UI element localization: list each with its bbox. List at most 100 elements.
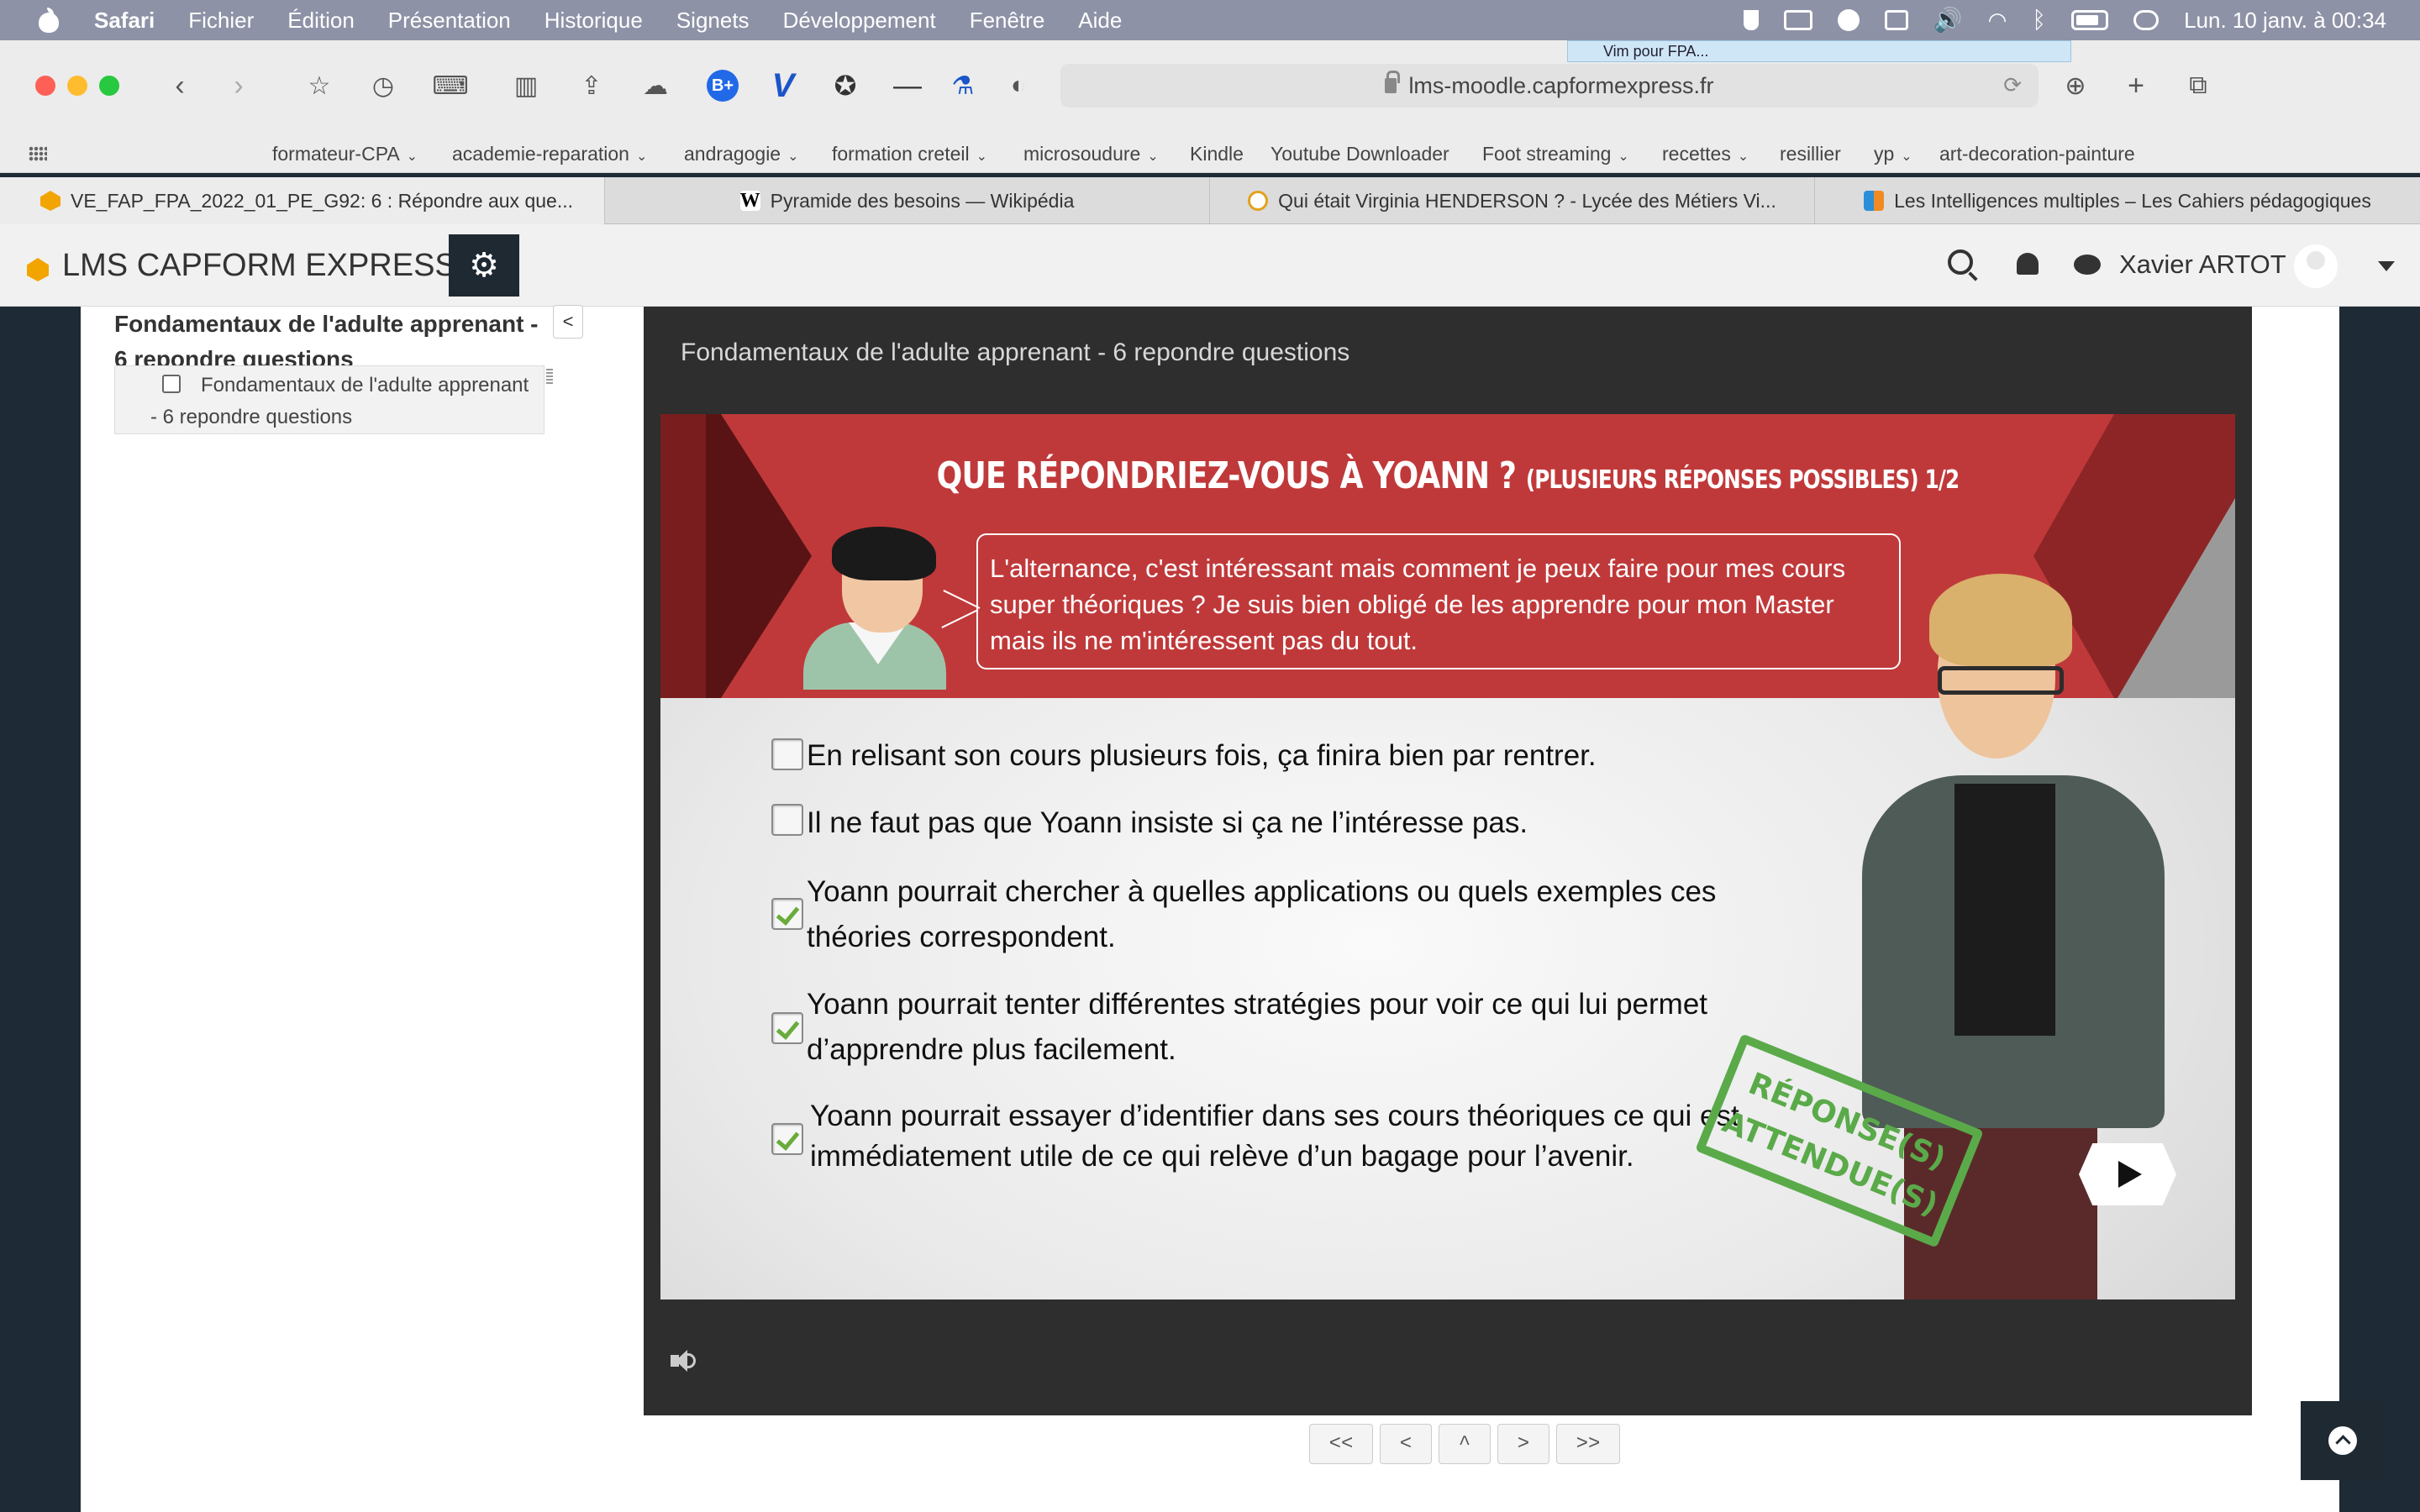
answer-checkbox-checked[interactable] [771,1123,803,1155]
reading-list-icon[interactable]: ⌨ [432,67,469,104]
site-logo-icon[interactable] [27,258,49,281]
tab-lycee[interactable]: Qui était Virginia HENDERSON ? - Lycée d… [1210,177,1815,224]
extension-status-icon[interactable] [1837,9,1860,31]
bluetooth-status-icon[interactable]: ᛒ [2032,8,2046,32]
apple-icon[interactable] [37,8,60,33]
shield-extension-icon[interactable]: ◐ [1000,67,1037,104]
cast-status-icon[interactable] [1783,10,1812,30]
menu-presentation[interactable]: Présentation [388,8,511,34]
chevron-down-icon: ⌄ [635,150,648,164]
tab-bar: VE_FAP_FPA_2022_01_PE_G92: 6 : Répondre … [0,177,2420,224]
icloud-icon[interactable]: ☁ [637,67,674,104]
fav-recettes[interactable]: recettes ⌄ [1662,143,1749,165]
menu-edition[interactable]: Édition [287,8,355,34]
toc-checkbox[interactable] [162,375,181,393]
nav-prev-button[interactable]: < [1380,1424,1432,1464]
fav-formateur-cpa[interactable]: formateur-CPA ⌄ [272,143,418,165]
nav-next-button[interactable]: > [1497,1424,1549,1464]
dash-extension-icon[interactable]: — [889,67,926,104]
play-button[interactable] [2079,1143,2176,1205]
address-bar[interactable]: lms-moodle.capformexpress.fr ⟳ [1060,64,2039,108]
answer-checkbox-checked[interactable] [771,1012,803,1044]
apps-grid-icon[interactable] [29,146,47,161]
answer-option-3[interactable]: Yoann pourrait chercher à quelles applic… [771,869,1813,960]
grid-status-icon[interactable] [1884,10,1908,30]
messages-icon[interactable] [2074,255,2101,275]
fav-andragogie[interactable]: andragogie ⌄ [684,143,799,165]
share-icon[interactable]: ⇪ [573,67,610,104]
collapse-sidebar-button[interactable]: < [553,305,583,339]
menu-app-safari[interactable]: Safari [94,8,155,34]
tab-cahiers[interactable]: Les Intelligences multiples – Les Cahier… [1815,177,2420,224]
battery-status-icon[interactable] [2071,10,2109,30]
nav-first-button[interactable]: << [1309,1424,1373,1464]
flask-status-icon[interactable] [1743,10,1759,30]
fav-yp[interactable]: yp ⌄ [1874,143,1912,165]
user-menu-caret-icon[interactable] [2378,261,2395,271]
nav-last-button[interactable]: >> [1556,1424,1620,1464]
close-window-button[interactable] [35,76,55,96]
fav-youtube-downloader[interactable]: Youtube Downloader [1270,143,1449,165]
cahiers-favicon-icon [1864,191,1885,211]
volume-icon[interactable] [671,1348,696,1373]
answer-checkbox[interactable] [771,804,803,836]
teacher-glasses [1938,666,2064,695]
menu-developpement[interactable]: Développement [783,8,936,34]
user-name[interactable]: Xavier ARTOT [2119,249,2286,280]
menu-historique[interactable]: Historique [544,8,643,34]
chevron-down-icon: ⌄ [976,150,988,164]
play-icon [2118,1161,2142,1188]
answer-checkbox[interactable] [771,738,803,770]
fav-foot-streaming[interactable]: Foot streaming ⌄ [1482,143,1629,165]
menubar-clock[interactable]: Lun. 10 janv. à 00:34 [2184,8,2386,34]
bookmark-star-icon[interactable]: ☆ [301,67,338,104]
back-icon[interactable]: ‹ [161,67,198,104]
fav-art-decoration-painture[interactable]: art-decoration-painture [1939,143,2135,165]
slide: QUE RÉPONDRIEZ-VOUS À YOANN ? (PLUSIEURS… [660,414,2235,1299]
tab-overview-icon[interactable]: ⧉ [2180,67,2217,104]
tab-wikipedia[interactable]: W Pyramide des besoins — Wikipédia [605,177,1210,224]
settings-gear-button[interactable]: ⚙ [449,234,519,297]
fav-microsoudure[interactable]: microsoudure ⌄ [1023,143,1159,165]
downloads-icon[interactable]: ⊕ [2057,67,2094,104]
fav-resillier[interactable]: resillier [1780,143,1841,165]
answer-option-1[interactable]: En relisant son cours plusieurs fois, ça… [771,733,1813,779]
fav-kindle[interactable]: Kindle [1190,143,1244,165]
answer-option-4[interactable]: Yoann pourrait tenter différentes straté… [771,982,1813,1073]
toc-item-label: Fondamentaux de l'adulte apprenant - 6 r… [150,374,529,428]
nav-up-button[interactable]: ^ [1439,1424,1491,1464]
site-name[interactable]: LMS CAPFORM EXPRESS [62,248,456,284]
tab-moodle[interactable]: VE_FAP_FPA_2022_01_PE_G92: 6 : Répondre … [0,177,605,224]
toc-item[interactable]: Fondamentaux de l'adulte apprenant - 6 r… [114,365,544,434]
sidebar-icon[interactable]: ▥ [508,67,544,104]
answer-option-2[interactable]: Il ne faut pas que Yoann insiste si ça n… [771,801,1813,846]
new-tab-icon[interactable]: + [2118,67,2154,104]
chevron-down-icon: ⌄ [1147,150,1159,164]
minimize-window-button[interactable] [67,76,87,96]
menu-signets[interactable]: Signets [676,8,750,34]
menu-fenetre[interactable]: Fenêtre [970,8,1045,34]
menu-aide[interactable]: Aide [1078,8,1122,34]
menu-fichier[interactable]: Fichier [188,8,254,34]
answer-checkbox-checked[interactable] [771,898,803,930]
translate-reload-icon[interactable]: ⟳ [2003,72,2022,98]
history-icon[interactable]: ◷ [365,67,402,104]
avatar[interactable] [2294,244,2338,288]
zoom-window-button[interactable] [99,76,119,96]
volume-status-icon[interactable]: 🔊 [1933,8,1963,32]
bplus-extension-icon[interactable]: B+ [704,67,741,104]
v-extension-icon[interactable]: V [765,67,802,104]
question-title-sub: (PLUSIEURS RÉPONSES POSSIBLES) 1/2 [1525,465,1960,495]
control-center-icon[interactable] [2133,10,2160,30]
fav-formation-creteil[interactable]: formation creteil ⌄ [832,143,987,165]
answer-option-5[interactable]: Yoann pourrait essayer d’identifier dans… [771,1096,1813,1177]
notification-bell-icon[interactable] [2017,253,2039,275]
fav-academie-reparation[interactable]: academie-reparation ⌄ [452,143,647,165]
wifi-status-icon[interactable]: ◠ [1988,9,2007,31]
gamepad-extension-icon[interactable]: ✪ [827,67,864,104]
search-icon[interactable] [1948,249,1973,275]
back-to-top-button[interactable] [2301,1401,2385,1480]
resize-grip[interactable] [546,369,553,386]
flask-extension-icon[interactable]: ⚗ [944,67,981,104]
forward-icon[interactable]: › [220,67,257,104]
